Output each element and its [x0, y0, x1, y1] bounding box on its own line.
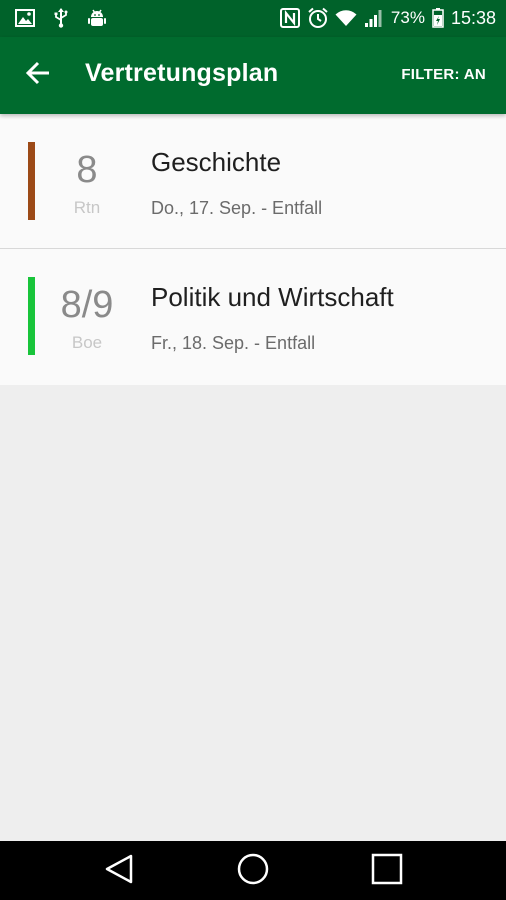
lesson-number: 8/9: [60, 284, 114, 326]
subject-name: Politik und Wirtschaft: [151, 282, 394, 312]
back-button[interactable]: [16, 55, 60, 95]
battery-icon: [431, 7, 445, 29]
clock: 15:38: [450, 8, 496, 28]
triangle-back-icon: [104, 853, 134, 890]
battery-percent: 73%: [390, 8, 425, 27]
lesson-number: 8: [76, 149, 98, 191]
android-debug-icon: [86, 7, 108, 29]
nfc-icon: [279, 7, 301, 29]
alarm-icon: [307, 7, 329, 29]
substitution-list: 8 Rtn Geschichte Do., 17. Sep. - Entfall…: [0, 114, 506, 385]
arrow-left-icon: [25, 61, 51, 90]
page-title: Vertretungsplan: [85, 59, 279, 87]
substitution-info: Fr., 18. Sep. - Entfall: [151, 333, 316, 353]
wifi-icon: [335, 7, 357, 29]
nav-home-button[interactable]: [231, 851, 275, 891]
gallery-icon: [14, 7, 36, 29]
signal-icon: [363, 7, 385, 29]
subject-color-bar: [28, 277, 35, 355]
circle-home-icon: [236, 852, 270, 891]
substitution-info: Do., 17. Sep. - Entfall: [151, 198, 323, 218]
square-recents-icon: [371, 853, 403, 890]
list-item[interactable]: 8 Rtn Geschichte Do., 17. Sep. - Entfall: [0, 114, 506, 249]
status-bar-notifications: [14, 7, 108, 29]
status-bar-system: 73% 15:38: [279, 7, 496, 29]
subject-color-bar: [28, 142, 35, 220]
system-nav-bar: [0, 841, 506, 900]
app-bar: Vertretungsplan FILTER: AN: [0, 37, 506, 114]
nav-recents-button[interactable]: [365, 851, 409, 891]
teacher-abbreviation: Rtn: [73, 198, 101, 217]
status-bar: 73% 15:38: [0, 0, 506, 37]
filter-toggle-button[interactable]: FILTER: AN: [401, 66, 486, 83]
subject-name: Geschichte: [151, 147, 282, 177]
nav-back-button[interactable]: [97, 851, 141, 891]
teacher-abbreviation: Boe: [71, 333, 103, 352]
usb-icon: [50, 7, 72, 29]
list-item[interactable]: 8/9 Boe Politik und Wirtschaft Fr., 18. …: [0, 249, 506, 385]
